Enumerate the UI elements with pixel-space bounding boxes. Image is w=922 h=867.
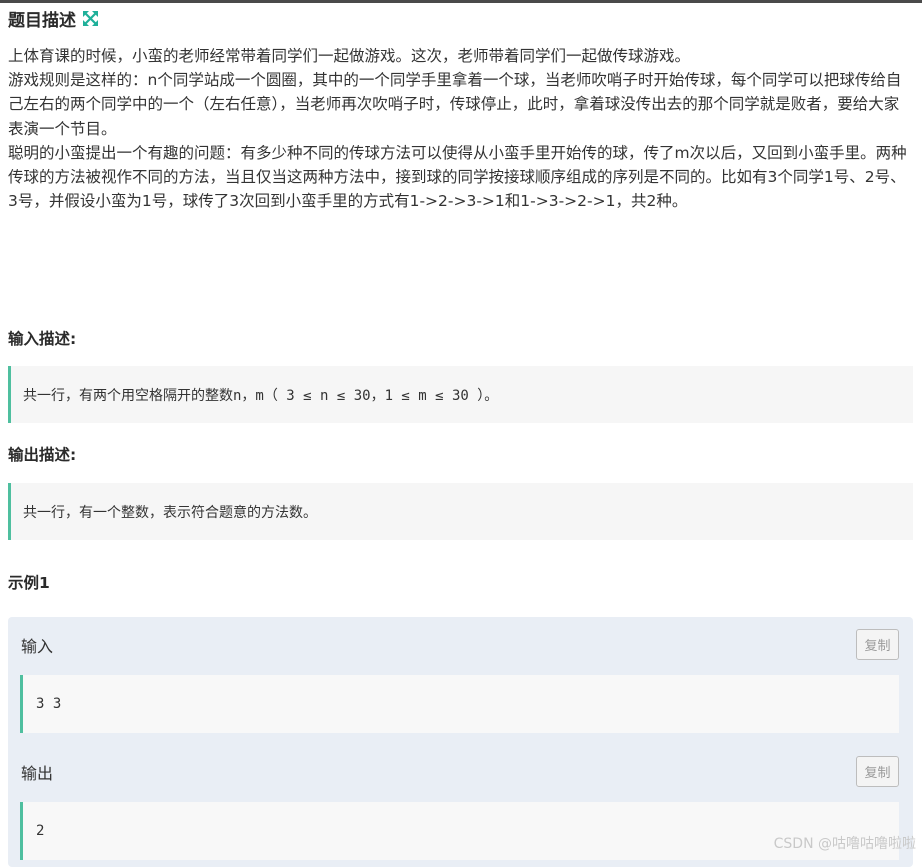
example-input-value: 3 3 bbox=[36, 696, 61, 712]
example-input-label: 输入 bbox=[21, 633, 53, 657]
output-description-title: 输出描述: bbox=[8, 443, 76, 465]
example-output-code: 2 bbox=[20, 802, 899, 860]
example-panel: 输入 复制 3 3 输出 复制 2 bbox=[8, 617, 913, 867]
example-output-value: 2 bbox=[36, 823, 44, 839]
description-paragraph: 游戏规则是这样的：n个同学站成一个圆圈，其中的一个同学手里拿着一个球，当老师吹哨… bbox=[8, 68, 914, 141]
description-paragraph: 上体育课的时候，小蛮的老师经常带着同学们一起做游戏。这次，老师带着同学们一起做传… bbox=[8, 44, 914, 68]
copy-input-button[interactable]: 复制 bbox=[856, 629, 899, 660]
description-paragraph: 聪明的小蛮提出一个有趣的问题：有多少种不同的传球方法可以使得从小蛮手里开始传的球… bbox=[8, 141, 914, 214]
watermark: CSDN @咕噜咕噜啦啦 bbox=[774, 833, 916, 853]
input-description-box: 共一行，有两个用空格隔开的整数n，m（ 3 ≤ n ≤ 30，1 ≤ m ≤ 3… bbox=[8, 366, 913, 423]
example-output-label: 输出 bbox=[21, 760, 53, 784]
input-description-text: 共一行，有两个用空格隔开的整数n，m（ 3 ≤ n ≤ 30，1 ≤ m ≤ 3… bbox=[23, 385, 498, 405]
example-title: 示例1 bbox=[8, 571, 50, 593]
output-description-box: 共一行，有一个整数，表示符合题意的方法数。 bbox=[8, 483, 913, 540]
input-description-title: 输入描述: bbox=[8, 327, 76, 349]
copy-output-button[interactable]: 复制 bbox=[856, 756, 899, 787]
problem-description: 上体育课的时候，小蛮的老师经常带着同学们一起做游戏。这次，老师带着同学们一起做传… bbox=[8, 44, 914, 213]
output-description-text: 共一行，有一个整数，表示符合题意的方法数。 bbox=[23, 502, 317, 522]
expand-arrows-icon[interactable] bbox=[82, 10, 99, 27]
page-title-text: 题目描述 bbox=[8, 6, 76, 31]
top-border bbox=[0, 0, 922, 3]
page-title: 题目描述 bbox=[8, 6, 99, 31]
example-input-code: 3 3 bbox=[20, 675, 899, 733]
